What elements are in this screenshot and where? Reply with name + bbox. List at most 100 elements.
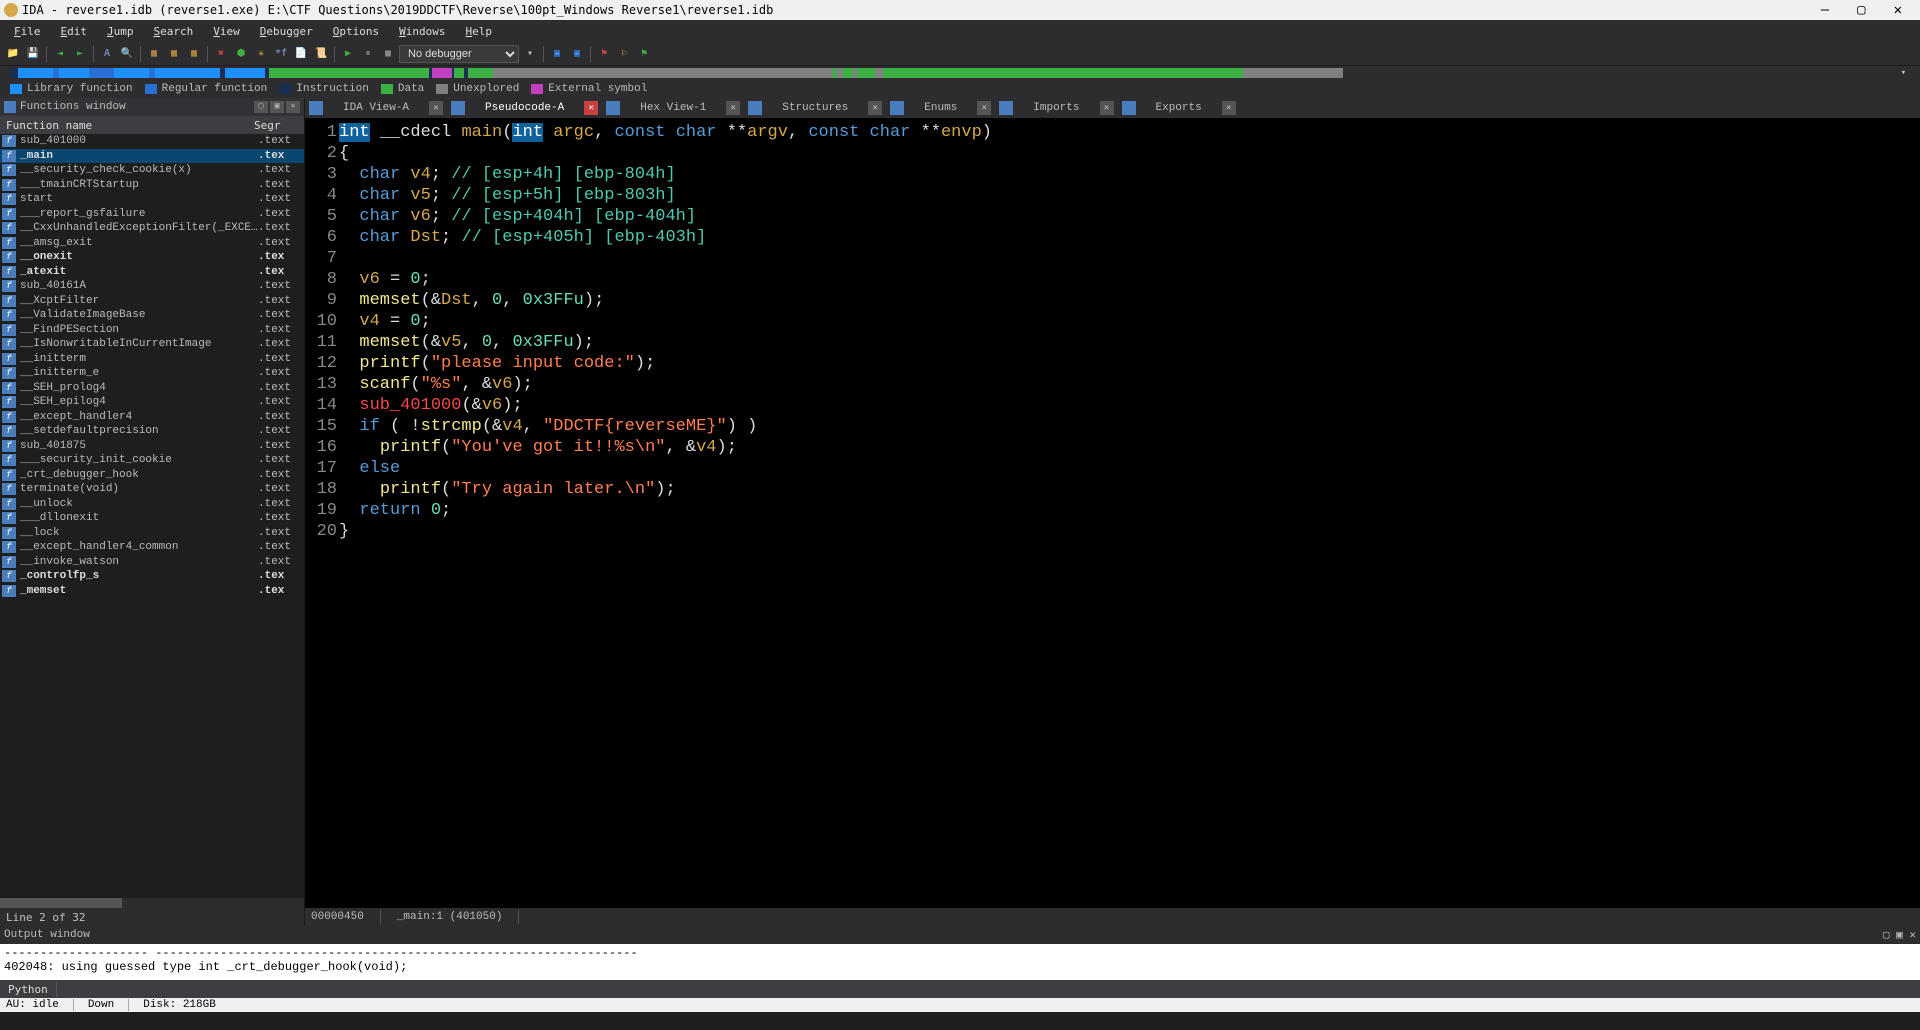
functions-list[interactable]: fsub_401000.textf_main.texf__security_ch… [0, 134, 304, 898]
tab-close-icon[interactable]: ✕ [1222, 101, 1236, 115]
function-row[interactable]: f__invoke_watson.text [0, 555, 304, 570]
code-line[interactable]: 16 printf("You've got it!!%s\n", &v4); [313, 437, 1912, 458]
panel-close-icon[interactable]: ✕ [1909, 930, 1916, 942]
nav-icon[interactable]: ▦ [165, 45, 183, 63]
tab-close-icon[interactable]: ✕ [584, 101, 598, 115]
panel-max-icon[interactable]: ▣ [1896, 930, 1903, 942]
tab-pseudocode-a[interactable]: Pseudocode-A✕ [447, 98, 602, 118]
tool-icon[interactable]: ⚐ [615, 45, 633, 63]
tab-close-icon[interactable]: ✕ [977, 101, 991, 115]
nav-segment[interactable] [875, 68, 883, 78]
code-icon[interactable]: *f [272, 45, 290, 63]
code-line[interactable]: 18 printf("Try again later.\n"); [313, 479, 1912, 500]
code-line[interactable]: 5 char v6; // [esp+404h] [ebp-404h] [313, 206, 1912, 227]
code-line[interactable]: 9 memset(&Dst, 0, 0x3FFu); [313, 290, 1912, 311]
nav-segment[interactable] [493, 68, 833, 78]
tab-structures[interactable]: Structures✕ [744, 98, 886, 118]
pause-icon[interactable]: ⏸ [359, 45, 377, 63]
tab-close-icon[interactable]: ✕ [868, 101, 882, 115]
nav-segment[interactable] [269, 68, 429, 78]
nav-segment[interactable] [89, 68, 114, 78]
output-window[interactable]: -------------------- -------------------… [0, 944, 1920, 980]
menu-file[interactable]: File [4, 23, 51, 40]
code-line[interactable]: 15 if ( !strcmp(&v4, "DDCTF{reverseME}")… [313, 416, 1912, 437]
nav-segment[interactable] [18, 68, 53, 78]
tool-icon[interactable]: ⚑ [595, 45, 613, 63]
function-row[interactable]: fstart.text [0, 192, 304, 207]
function-row[interactable]: f__amsg_exit.text [0, 236, 304, 251]
debug-icon[interactable]: ▣ [568, 45, 586, 63]
function-row[interactable]: f__IsNonwritableInCurrentImage.text [0, 337, 304, 352]
nav-segment[interactable] [59, 68, 89, 78]
tab-enums[interactable]: Enums✕ [886, 98, 995, 118]
code-line[interactable]: 3 char v4; // [esp+4h] [ebp-804h] [313, 164, 1912, 185]
nav-segment[interactable] [883, 68, 1243, 78]
nav-segment[interactable] [10, 68, 18, 78]
tab-close-icon[interactable]: ✕ [726, 101, 740, 115]
nav-segment[interactable] [454, 68, 464, 78]
menu-jump[interactable]: Jump [97, 23, 144, 40]
star-icon[interactable]: ✳ [252, 45, 270, 63]
menu-windows[interactable]: Windows [389, 23, 455, 40]
tab-close-icon[interactable]: ✕ [1100, 101, 1114, 115]
code-line[interactable]: 7 [313, 248, 1912, 269]
back-icon[interactable]: ◄ [51, 45, 69, 63]
run-icon[interactable]: ▶ [339, 45, 357, 63]
function-row[interactable]: fsub_401000.text [0, 134, 304, 149]
function-row[interactable]: f__XcptFilter.text [0, 294, 304, 309]
find-icon[interactable]: 🔍 [118, 45, 136, 63]
script-icon[interactable]: 📜 [312, 45, 330, 63]
nav-segment[interactable] [114, 68, 149, 78]
note-icon[interactable]: 📄 [292, 45, 310, 63]
minimize-button[interactable]: — [1807, 2, 1843, 18]
menu-options[interactable]: Options [323, 23, 389, 40]
nav-segment[interactable] [1243, 68, 1343, 78]
function-row[interactable]: fterminate(void).text [0, 482, 304, 497]
function-row[interactable]: f___security_init_cookie.text [0, 453, 304, 468]
function-row[interactable]: f__SEH_epilog4.text [0, 395, 304, 410]
panel-min-icon[interactable]: ▢ [1883, 930, 1890, 942]
function-row[interactable]: f__initterm_e.text [0, 366, 304, 381]
code-line[interactable]: 8 v6 = 0; [313, 269, 1912, 290]
code-line[interactable]: 6 char Dst; // [esp+405h] [ebp-403h] [313, 227, 1912, 248]
nav-segment[interactable] [225, 68, 265, 78]
function-row[interactable]: fsub_40161A.text [0, 279, 304, 294]
function-row[interactable]: f___dllonexit.text [0, 511, 304, 526]
close-button[interactable]: ✕ [1880, 2, 1916, 18]
nav-icon[interactable]: ▦ [145, 45, 163, 63]
code-line[interactable]: 1int __cdecl main(int argc, const char *… [313, 122, 1912, 143]
scrollbar-horizontal[interactable] [0, 898, 304, 908]
function-row[interactable]: f__except_handler4_common.text [0, 540, 304, 555]
navigation-bar[interactable]: ▾ [0, 66, 1920, 80]
save-icon[interactable]: 💾 [24, 45, 42, 63]
function-row[interactable]: f__CxxUnhandledExceptionFilter(_EXCE….te… [0, 221, 304, 236]
code-line[interactable]: 10 v4 = 0; [313, 311, 1912, 332]
menu-search[interactable]: Search [144, 23, 204, 40]
nav-segment[interactable] [843, 68, 853, 78]
function-row[interactable]: f__except_handler4.text [0, 410, 304, 425]
function-row[interactable]: f__initterm.text [0, 352, 304, 367]
function-row[interactable]: f__onexit.tex [0, 250, 304, 265]
code-line[interactable]: 19 return 0; [313, 500, 1912, 521]
forward-icon[interactable]: ► [71, 45, 89, 63]
nav-segment[interactable] [155, 68, 220, 78]
debug-icon[interactable]: ▣ [548, 45, 566, 63]
function-row[interactable]: f__SEH_prolog4.text [0, 381, 304, 396]
open-icon[interactable]: 📁 [4, 45, 22, 63]
code-line[interactable]: 12 printf("please input code:"); [313, 353, 1912, 374]
nav-segment[interactable] [432, 68, 452, 78]
function-row[interactable]: f__FindPESection.text [0, 323, 304, 338]
tool-icon[interactable]: ⚑ [635, 45, 653, 63]
menu-debugger[interactable]: Debugger [250, 23, 323, 40]
function-row[interactable]: f_main.tex [0, 149, 304, 164]
tab-ida-view-a[interactable]: IDA View-A✕ [305, 98, 447, 118]
text-icon[interactable]: A [98, 45, 116, 63]
function-row[interactable]: f_atexit.tex [0, 265, 304, 280]
nav-dropdown-icon[interactable]: ▾ [1897, 68, 1910, 78]
function-row[interactable]: f_crt_debugger_hook.text [0, 468, 304, 483]
nav-icon[interactable]: ▦ [185, 45, 203, 63]
code-line[interactable]: 11 memset(&v5, 0, 0x3FFu); [313, 332, 1912, 353]
panel-max-icon[interactable]: ▣ [270, 101, 284, 113]
menu-view[interactable]: View [203, 23, 250, 40]
nav-segment[interactable] [857, 68, 875, 78]
